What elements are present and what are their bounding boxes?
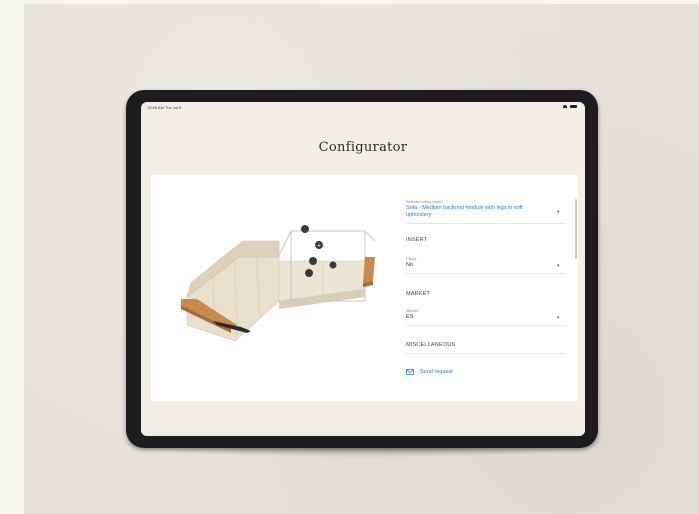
pillow-select[interactable]: No [406, 262, 413, 268]
market-select[interactable]: ES [406, 314, 413, 320]
chevron-down-icon[interactable]: ▾ [557, 263, 560, 269]
sofa-render: + [181, 225, 376, 342]
selected-component-dropdown[interactable]: Sofa - Medium backrest module with legs … [406, 205, 531, 219]
status-bar: 10:45 AM Tue Jul 5 [141, 102, 585, 112]
selected-component-label: Selected component [406, 199, 443, 204]
dot-marker-icon[interactable] [301, 225, 309, 233]
send-request-button[interactable]: Send request [420, 369, 453, 375]
chevron-down-icon[interactable]: ▾ [557, 315, 560, 321]
chevron-down-icon[interactable]: ▾ [557, 209, 560, 215]
info-icon[interactable] [329, 261, 337, 269]
battery-icon [570, 105, 577, 108]
divider [406, 325, 566, 326]
configurator-card: + Selected component Sofa - Medium backr… [151, 175, 578, 401]
footer-area [141, 406, 585, 436]
svg-text:+: + [317, 243, 321, 249]
status-time: 10:45 AM Tue Jul 5 [147, 105, 182, 110]
options-panel: Selected component Sofa - Medium backres… [406, 195, 578, 395]
market-label: Market [406, 308, 419, 313]
status-icons [563, 105, 577, 108]
pillow-label: Pillow [406, 256, 417, 261]
rotate-icon[interactable] [309, 257, 317, 265]
mail-icon[interactable] [406, 369, 414, 375]
tablet-screen: 10:45 AM Tue Jul 5 Configurator + Select… [141, 102, 585, 436]
wifi-icon [563, 105, 567, 108]
section-market-title: MARKET [406, 291, 431, 297]
page-title: Configurator [318, 140, 408, 155]
panel-scrollbar[interactable] [575, 199, 577, 259]
divider [406, 273, 566, 274]
divider [406, 223, 566, 224]
section-miscellaneous-title: MISCELLANEOUS [406, 342, 456, 348]
remove-icon[interactable] [305, 269, 313, 277]
section-insert-title: INSERT [406, 237, 428, 243]
3d-viewer[interactable]: + [151, 175, 401, 401]
divider [406, 353, 566, 354]
